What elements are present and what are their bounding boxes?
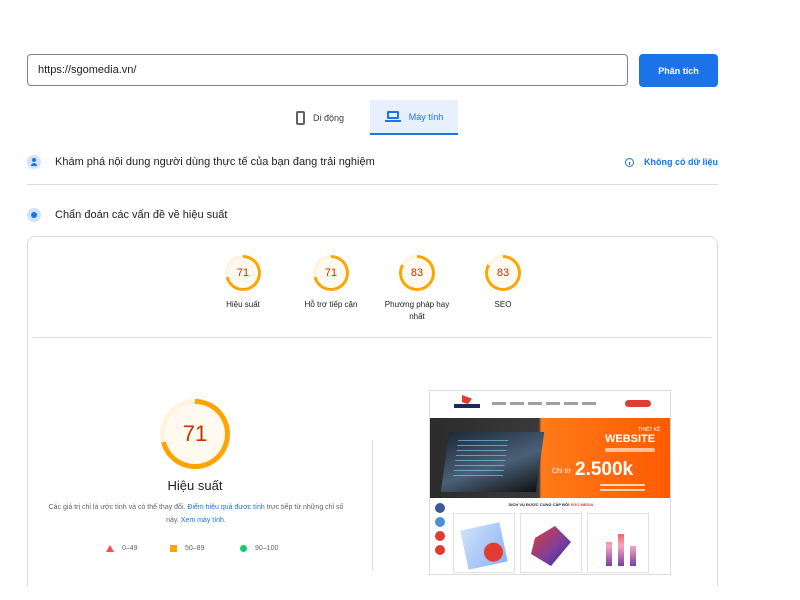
score-label-best-practices: Phương pháp hay nhất [384,300,450,321]
legend-fail: 0–49 [106,545,138,552]
field-data-title: Khám phá nội dung người dùng thực tế của… [55,156,375,168]
diagnostics-section: Chẩn đoán các vấn đề về hiệu suất [27,205,718,225]
laptop-photo [440,432,545,492]
legend-range: 90–100 [255,545,279,552]
triangle-icon [106,545,114,552]
users-icon [27,155,41,169]
screenshot-nav [430,391,670,416]
phone-icon [435,531,445,541]
zalo-icon [435,517,445,527]
phone-icon [435,545,445,555]
gauge-value: 71 [228,258,258,288]
legend-average: 50–89 [170,545,204,552]
tab-mobile[interactable]: Di động [296,100,366,135]
gauge-value: 83 [402,258,432,288]
score-calculation-link[interactable]: Điểm hiệu quả được tính [187,504,264,511]
service-card [453,513,515,573]
banner-big-text: WEBSITE [605,433,656,445]
analyze-button[interactable]: Phân tích [639,54,718,87]
vertical-divider [372,440,373,570]
score-gauge-seo[interactable]: 83 [485,255,521,291]
url-input[interactable] [27,54,628,86]
score-gauge-best-practices[interactable]: 83 [399,255,435,291]
no-data-status[interactable]: Không có dữ liệu [624,157,718,167]
circle-icon [240,545,247,552]
tab-desktop-label: Máy tính [408,111,444,122]
score-label-performance: Hiệu suất [226,300,260,309]
laptop-icon [384,111,401,122]
score-label-seo: SEO [494,300,512,309]
banner-subtitle [605,448,655,452]
services-heading-text: DỊCH VỤ ĐƯỢC CUNG CẤP BỞI [508,502,570,507]
square-icon [170,545,177,552]
legend-range: 0–49 [122,545,138,552]
info-icon [624,157,634,167]
services-brand: SGO MEDIA [570,502,594,507]
price-prefix: Chỉ từ [552,468,572,475]
legend-range: 50–89 [185,545,205,552]
score-label-accessibility: Hỗ trợ tiếp cận [304,300,358,309]
facebook-icon [435,503,445,513]
hotline-badge [625,400,651,407]
field-data-section: Khám phá nội dung người dùng thực tế của… [27,152,718,172]
performance-disclaimer: Các giá trị chỉ là ước tính và có thể th… [48,501,344,527]
performance-gauge: 71 [160,399,230,469]
diagnostics-title: Chẩn đoán các vấn đề về hiệu suất [55,209,228,221]
site-logo [454,395,480,411]
banner-contact [600,484,645,494]
score-gauge-performance[interactable]: 71 [225,255,261,291]
service-card [520,513,582,573]
section-divider [27,184,718,185]
gauge-value: 71 [316,258,346,288]
site-menu [492,402,600,405]
service-card [587,513,649,573]
price-text: 2.500k [575,459,634,480]
gauge-value: 83 [488,258,518,288]
tab-mobile-label: Di động [313,112,345,123]
score-gauge-accessibility[interactable]: 71 [313,255,349,291]
services-heading: DỊCH VỤ ĐƯỢC CUNG CẤP BỞI SGO MEDIA [430,502,670,507]
phone-icon [296,110,305,125]
legend-pass: 90–100 [240,545,278,552]
performance-score: 71 [165,404,225,464]
report-divider [33,337,711,338]
page-screenshot: THIẾT KẾ WEBSITE Chỉ từ 2.500k DỊCH VỤ Đ… [429,390,671,575]
performance-title: Hiệu suất [167,478,223,493]
tab-desktop[interactable]: Máy tính [370,100,458,135]
disclaimer-text: Các giá trị chỉ là ước tính và có thể th… [48,504,186,511]
calculator-link[interactable]: Xem máy tính. [181,517,226,524]
lab-icon [27,208,41,222]
no-data-label: Không có dữ liệu [643,157,718,167]
